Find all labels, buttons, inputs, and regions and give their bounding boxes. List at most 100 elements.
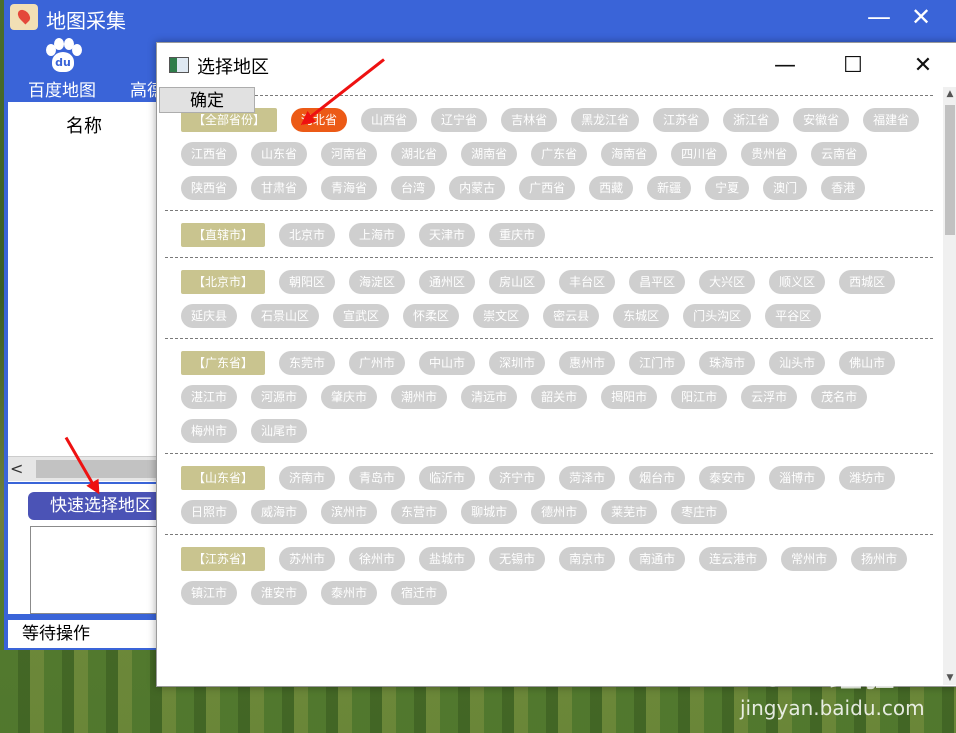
region-chip[interactable]: 澳门 bbox=[763, 176, 808, 200]
section-header-chip[interactable]: 【北京市】 bbox=[181, 270, 266, 294]
region-chip[interactable]: 东莞市 bbox=[279, 351, 336, 375]
region-chip[interactable]: 丰台区 bbox=[559, 270, 616, 294]
dialog-minimize-button[interactable]: — bbox=[765, 51, 805, 81]
dialog-close-button[interactable]: ✕ bbox=[903, 51, 943, 81]
region-chip[interactable]: 朝阳区 bbox=[279, 270, 336, 294]
region-chip[interactable]: 香港 bbox=[821, 176, 866, 200]
region-chip[interactable]: 昌平区 bbox=[629, 270, 686, 294]
region-chip[interactable]: 重庆市 bbox=[489, 223, 546, 247]
selected-region-textbox[interactable] bbox=[30, 526, 168, 614]
region-chip[interactable]: 梅州市 bbox=[181, 419, 238, 443]
region-chip[interactable]: 海淀区 bbox=[349, 270, 406, 294]
region-chip[interactable]: 潮州市 bbox=[391, 385, 448, 409]
region-chip[interactable]: 河南省 bbox=[321, 142, 378, 166]
region-chip[interactable]: 东城区 bbox=[613, 304, 670, 328]
region-chip[interactable]: 清远市 bbox=[461, 385, 518, 409]
region-chip[interactable]: 淄博市 bbox=[769, 466, 826, 490]
region-chip[interactable]: 甘肃省 bbox=[251, 176, 308, 200]
region-chip[interactable]: 韶关市 bbox=[531, 385, 588, 409]
section-header-chip[interactable]: 【广东省】 bbox=[181, 351, 266, 375]
region-chip[interactable]: 怀柔区 bbox=[403, 304, 460, 328]
region-chip[interactable]: 吉林省 bbox=[501, 108, 558, 132]
region-chip[interactable]: 青海省 bbox=[321, 176, 378, 200]
region-chip[interactable]: 东营市 bbox=[391, 500, 448, 524]
region-chip[interactable]: 肇庆市 bbox=[321, 385, 378, 409]
region-chip[interactable]: 泰州市 bbox=[321, 581, 378, 605]
region-chip[interactable]: 江门市 bbox=[629, 351, 686, 375]
region-chip[interactable]: 贵州省 bbox=[741, 142, 798, 166]
region-chip[interactable]: 宿迁市 bbox=[391, 581, 448, 605]
region-chip[interactable]: 黑龙江省 bbox=[571, 108, 640, 132]
dialog-maximize-button[interactable]: ☐ bbox=[833, 51, 873, 81]
region-chip[interactable]: 中山市 bbox=[419, 351, 476, 375]
region-chip[interactable]: 江苏省 bbox=[653, 108, 710, 132]
region-chip[interactable]: 茂名市 bbox=[811, 385, 868, 409]
scroll-down-icon[interactable]: ▼ bbox=[943, 671, 956, 685]
close-button[interactable]: ✕ bbox=[904, 2, 938, 32]
region-chip[interactable]: 苏州市 bbox=[279, 547, 336, 571]
region-chip[interactable]: 泰安市 bbox=[699, 466, 756, 490]
region-chip[interactable]: 镇江市 bbox=[181, 581, 238, 605]
region-chip[interactable]: 广州市 bbox=[349, 351, 406, 375]
ok-button[interactable]: 确定 bbox=[159, 87, 255, 113]
region-chip[interactable]: 延庆县 bbox=[181, 304, 238, 328]
region-chip[interactable]: 盐城市 bbox=[419, 547, 476, 571]
region-chip[interactable]: 平谷区 bbox=[765, 304, 822, 328]
region-chip[interactable]: 河源市 bbox=[251, 385, 308, 409]
region-chip[interactable]: 无锡市 bbox=[489, 547, 546, 571]
region-chip[interactable]: 海南省 bbox=[601, 142, 658, 166]
region-chip[interactable]: 菏泽市 bbox=[559, 466, 616, 490]
region-chip[interactable]: 内蒙古 bbox=[449, 176, 506, 200]
vertical-scrollbar[interactable]: ▲ ▼ bbox=[943, 87, 956, 685]
region-chip[interactable]: 广东省 bbox=[531, 142, 588, 166]
region-chip[interactable]: 南通市 bbox=[629, 547, 686, 571]
region-chip[interactable]: 顺义区 bbox=[769, 270, 826, 294]
region-chip[interactable]: 济南市 bbox=[279, 466, 336, 490]
region-chip[interactable]: 扬州市 bbox=[851, 547, 908, 571]
region-chip[interactable]: 山西省 bbox=[361, 108, 418, 132]
section-header-chip[interactable]: 【山东省】 bbox=[181, 466, 266, 490]
region-chip[interactable]: 德州市 bbox=[531, 500, 588, 524]
region-chip[interactable]: 烟台市 bbox=[629, 466, 686, 490]
region-chip[interactable]: 浙江省 bbox=[723, 108, 780, 132]
scroll-thumb[interactable] bbox=[36, 460, 158, 478]
region-chip[interactable]: 上海市 bbox=[349, 223, 406, 247]
region-chip[interactable]: 北京市 bbox=[279, 223, 336, 247]
minimize-button[interactable]: — bbox=[862, 2, 896, 32]
region-chip[interactable]: 临沂市 bbox=[419, 466, 476, 490]
region-chip[interactable]: 深圳市 bbox=[489, 351, 546, 375]
region-chip[interactable]: 通州区 bbox=[419, 270, 476, 294]
region-chip[interactable]: 广西省 bbox=[519, 176, 576, 200]
baidu-map-tool[interactable]: du 百度地图 bbox=[12, 36, 112, 102]
region-chip[interactable]: 常州市 bbox=[781, 547, 838, 571]
region-chip[interactable]: 西藏 bbox=[589, 176, 634, 200]
region-chip[interactable]: 佛山市 bbox=[839, 351, 896, 375]
scroll-up-icon[interactable]: ▲ bbox=[943, 87, 956, 101]
region-chip[interactable]: 房山区 bbox=[489, 270, 546, 294]
region-chip[interactable]: 云南省 bbox=[811, 142, 868, 166]
region-chip[interactable]: 宣武区 bbox=[333, 304, 390, 328]
region-chip[interactable]: 江西省 bbox=[181, 142, 238, 166]
region-chip[interactable]: 天津市 bbox=[419, 223, 476, 247]
region-chip[interactable]: 阳江市 bbox=[671, 385, 728, 409]
region-chip[interactable]: 石景山区 bbox=[251, 304, 320, 328]
region-chip[interactable]: 日照市 bbox=[181, 500, 238, 524]
region-chip[interactable]: 西城区 bbox=[839, 270, 896, 294]
region-chip[interactable]: 威海市 bbox=[251, 500, 308, 524]
scroll-thumb[interactable] bbox=[945, 105, 955, 235]
region-chip[interactable]: 潍坊市 bbox=[839, 466, 896, 490]
region-chip[interactable]: 门头沟区 bbox=[683, 304, 752, 328]
region-chip[interactable]: 淮安市 bbox=[251, 581, 308, 605]
region-chip[interactable]: 揭阳市 bbox=[601, 385, 658, 409]
region-chip[interactable]: 四川省 bbox=[671, 142, 728, 166]
region-chip[interactable]: 汕尾市 bbox=[251, 419, 308, 443]
region-chip[interactable]: 南京市 bbox=[559, 547, 616, 571]
region-chip[interactable]: 湖北省 bbox=[391, 142, 448, 166]
column-header-name[interactable]: 名称 bbox=[66, 112, 102, 138]
region-chip[interactable]: 云浮市 bbox=[741, 385, 798, 409]
region-chip[interactable]: 福建省 bbox=[863, 108, 920, 132]
region-chip[interactable]: 汕头市 bbox=[769, 351, 826, 375]
region-chip[interactable]: 密云县 bbox=[543, 304, 600, 328]
region-chip[interactable]: 新疆 bbox=[647, 176, 692, 200]
section-header-chip[interactable]: 【江苏省】 bbox=[181, 547, 266, 571]
